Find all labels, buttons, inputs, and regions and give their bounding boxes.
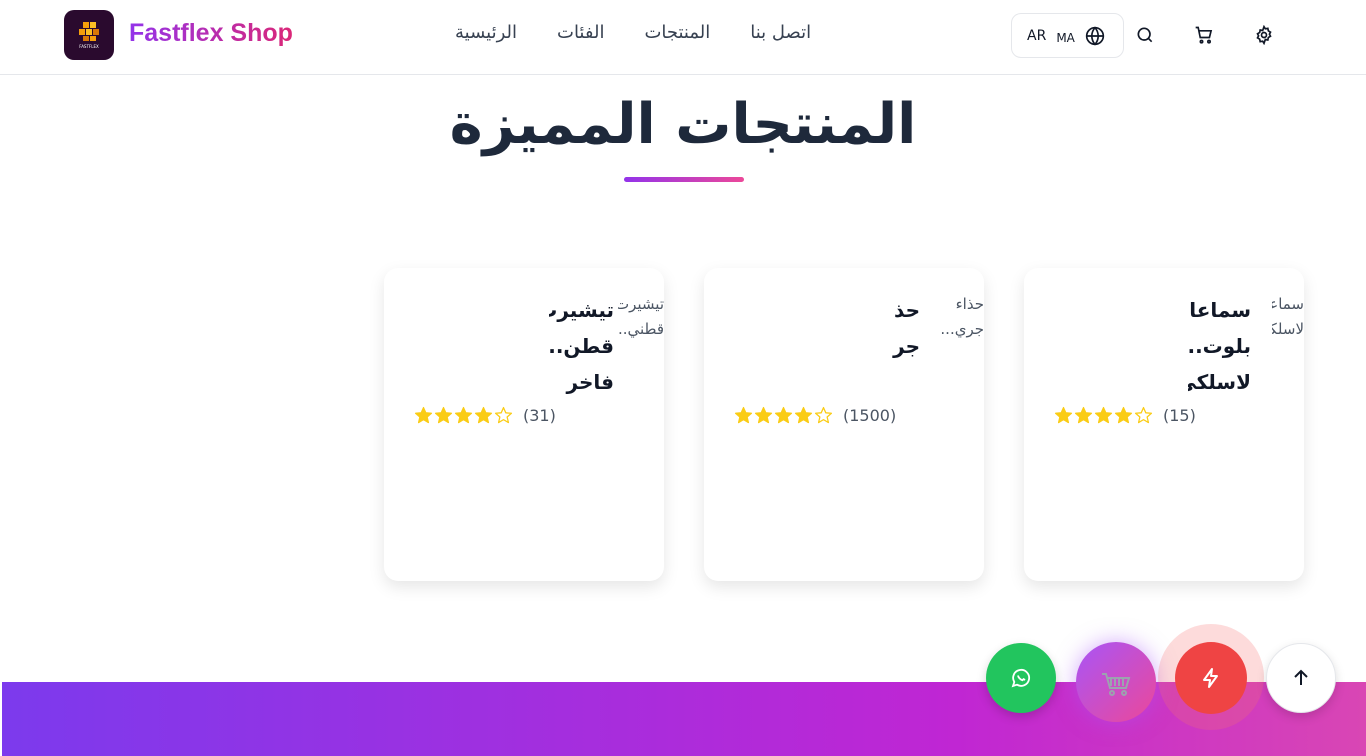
star-rating [414,406,513,425]
star-empty-icon [494,406,513,424]
star-filled-icon [754,406,773,424]
product-name-line: تيشيرت [549,298,614,322]
scroll-to-top-button[interactable] [1266,643,1336,713]
search-button[interactable] [1134,24,1156,46]
brand-name[interactable]: Fastflex Shop [129,19,293,48]
product-card[interactable]: سماعا بلوت... لاسلكي سماعات لاسلكية... (… [1024,268,1304,581]
cart-button[interactable] [1193,24,1215,46]
arrow-up-icon [1294,669,1308,685]
flash-icon [1203,668,1218,688]
star-filled-icon [434,406,453,424]
product-name-line: جر [893,334,920,358]
main-nav: الرئيسية الفئات المنتجات اتصل بنا [455,22,811,50]
product-name[interactable]: سماعا بلوت... لاسلكي [1188,292,1251,400]
search-icon [1137,27,1153,43]
language-switcher[interactable]: AR MA [1011,13,1124,58]
product-name[interactable]: حذ جر [889,292,920,364]
logo-cube-icon: FASTFLEX [79,22,99,49]
globe-icon [1085,25,1105,46]
star-filled-icon [474,406,493,424]
product-description: حذاء جري... [934,292,984,342]
language-code: AR [1027,27,1047,44]
product-name-line: سماعا [1189,298,1251,322]
star-filled-icon [1054,406,1073,424]
product-description-line: تيشيرت [618,295,664,313]
product-description: سماعات لاسلكية... [1272,292,1304,342]
review-count: (1500) [843,406,897,425]
page: FASTFLEX Fastflex Shop الرئيسية الفئات ا… [0,0,1366,756]
star-rating [1054,406,1153,425]
brand-logo[interactable]: FASTFLEX [64,10,114,60]
gear-icon [1256,25,1272,45]
product-name-line: بلوت... [1188,334,1251,358]
product-description-line: لاسلكية... [1272,320,1304,338]
star-filled-icon [414,406,433,424]
product-name-line: لاسلكي [1188,370,1251,394]
product-name-line: حذ [894,298,920,322]
star-filled-icon [734,406,753,424]
product-rating: (31) [414,406,556,425]
featured-products-title: المنتجات المميزة [449,92,917,157]
cart-icon [1195,26,1213,44]
star-filled-icon [454,406,473,424]
settings-button[interactable] [1253,24,1275,46]
star-filled-icon [1074,406,1093,424]
nav-categories[interactable]: الفئات [557,22,604,50]
product-description-line: سماعات [1272,295,1304,313]
flash-deals-button[interactable] [1175,642,1247,714]
product-description-line: جري... [940,320,984,338]
title-underline [624,177,744,182]
product-rating: (1500) [734,406,896,425]
star-empty-icon [1134,406,1153,424]
star-filled-icon [774,406,793,424]
star-filled-icon [794,406,813,424]
review-count: (31) [523,406,556,425]
star-empty-icon [814,406,833,424]
product-description: تيشيرت قطني... [618,292,664,342]
nav-products[interactable]: المنتجات [644,22,710,50]
product-name-line: فاخر [566,370,614,394]
svg-text:FASTFLEX: FASTFLEX [79,44,99,49]
product-description-line: قطني... [618,320,664,338]
product-rating: (15) [1054,406,1196,425]
star-filled-icon [1094,406,1113,424]
whatsapp-icon [1011,668,1031,688]
shopping-cart-icon [1102,673,1131,696]
product-card[interactable]: تيشيرت قطن... فاخر تيشيرت قطني... (31) [384,268,664,581]
region-code: MA [1056,30,1075,45]
product-card[interactable]: حذ جر حذاء جري... (1500) [704,268,984,581]
product-description-line: حذاء [955,295,984,313]
product-name[interactable]: تيشيرت قطن... فاخر [549,292,614,400]
nav-home[interactable]: الرئيسية [455,22,517,50]
whatsapp-button[interactable] [986,643,1056,713]
review-count: (15) [1163,406,1196,425]
star-filled-icon [1114,406,1133,424]
star-rating [734,406,833,425]
nav-contact[interactable]: اتصل بنا [750,22,811,50]
site-header: FASTFLEX Fastflex Shop الرئيسية الفئات ا… [0,0,1366,75]
product-name-line: قطن... [549,334,614,358]
quick-cart-button[interactable] [1076,642,1156,722]
